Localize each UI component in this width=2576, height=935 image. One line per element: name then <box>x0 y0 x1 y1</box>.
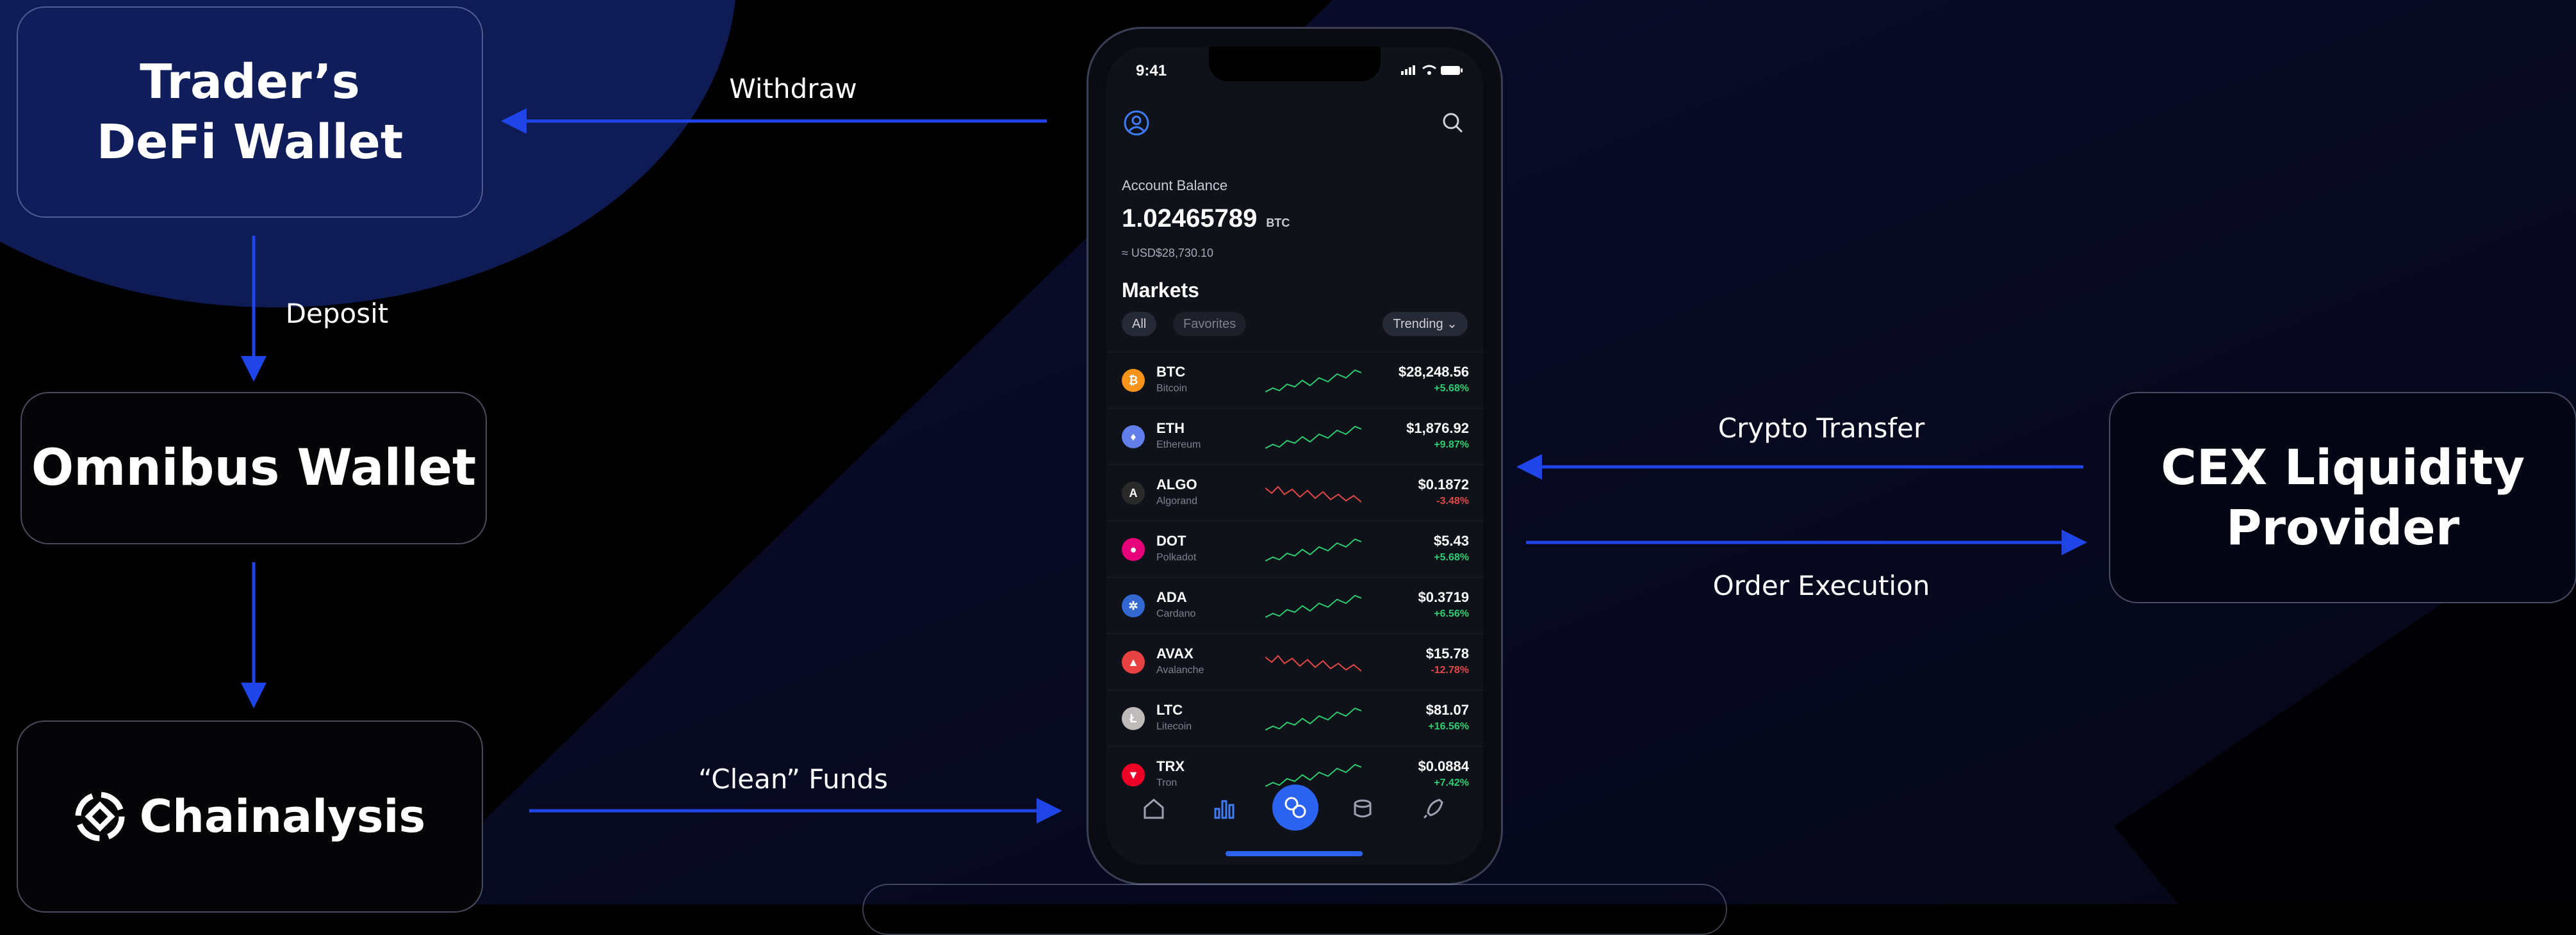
swap-icon[interactable] <box>1272 785 1318 831</box>
coin-price: $81.07 <box>1425 702 1469 718</box>
balance-row: 1.02465789 BTC <box>1122 204 1290 233</box>
status-time: 9:41 <box>1136 62 1167 79</box>
coin-symbol: TRX <box>1156 758 1185 774</box>
chainalysis-wordmark: Chainalysis <box>139 790 426 843</box>
coin-change: +9.87% <box>1434 439 1469 450</box>
eth-coin-icon: ♦ <box>1122 425 1145 448</box>
coin-change: -12.78% <box>1431 665 1469 676</box>
markets-icon[interactable] <box>1206 791 1242 827</box>
avax-coin-icon: ▲ <box>1122 651 1145 674</box>
algo-coin-icon: A <box>1122 482 1145 505</box>
market-filters: All Favorites Trending ⌄ <box>1122 312 1468 339</box>
coin-change: +5.68% <box>1434 383 1469 394</box>
market-row-avax[interactable]: ▲ AVAX Avalanche $15.78 -12.78% <box>1106 633 1483 690</box>
sparkline <box>1265 369 1361 393</box>
trader-defi-wallet-label: Trader’s DeFi Wallet <box>96 54 404 170</box>
coin-name: Avalanche <box>1156 665 1204 676</box>
market-list: ₿ BTC Bitcoin $28,248.56 +5.68% ♦ ETH Ethereum $… <box>1106 352 1483 802</box>
coin-price: $0.3719 <box>1418 589 1469 605</box>
search-icon[interactable] <box>1438 108 1468 138</box>
home-icon[interactable] <box>1136 791 1172 827</box>
coin-price: $5.43 <box>1433 533 1469 549</box>
sparkline <box>1265 654 1361 672</box>
balance-unit: BTC <box>1266 216 1290 229</box>
chainalysis-node: Chainalysis <box>17 720 483 913</box>
sparkline <box>1265 594 1361 618</box>
market-row-algo[interactable]: A ALGO Algorand $0.1872 -3.48% <box>1106 464 1483 521</box>
coin-change: +5.68% <box>1434 552 1469 563</box>
coin-price: $0.1872 <box>1418 476 1469 492</box>
ada-coin-icon: ✲ <box>1122 594 1145 617</box>
coin-symbol: ETH <box>1156 420 1185 436</box>
deposit-label: Deposit <box>285 298 389 329</box>
sparkline <box>1265 425 1361 449</box>
home-indicator <box>1226 851 1363 856</box>
chainalysis-logo: Chainalysis <box>74 790 425 843</box>
signal-wifi-battery-icon <box>1401 65 1463 75</box>
clean-funds-label: “Clean” Funds <box>698 763 888 795</box>
coin-change: -3.48% <box>1436 496 1469 507</box>
rocket-icon[interactable] <box>1415 791 1451 827</box>
market-row-ada[interactable]: ✲ ADA Cardano $0.3719 +6.56% <box>1106 577 1483 633</box>
coin-price: $0.0884 <box>1418 758 1469 774</box>
withdraw-label: Withdraw <box>729 73 857 104</box>
sparkline <box>1265 538 1361 562</box>
status-icons <box>1401 63 1465 80</box>
market-row-eth[interactable]: ♦ ETH Ethereum $1,876.92 +9.87% <box>1106 408 1483 464</box>
balance-value: 1.02465789 <box>1122 204 1258 232</box>
coin-symbol: DOT <box>1156 533 1186 549</box>
coin-name: Cardano <box>1156 608 1196 619</box>
coin-symbol: ALGO <box>1156 476 1197 492</box>
dot-coin-icon: ● <box>1122 538 1145 561</box>
coin-name: Polkadot <box>1156 552 1197 563</box>
coin-price: $15.78 <box>1425 646 1469 662</box>
coin-price: $28,248.56 <box>1398 364 1469 380</box>
sparkline <box>1265 485 1361 503</box>
account-balance-label: Account Balance <box>1122 177 1228 193</box>
coin-symbol: ADA <box>1156 589 1187 605</box>
bottom-nav <box>1106 782 1483 840</box>
omnibus-wallet-label: Omnibus Wallet <box>31 439 477 497</box>
coin-symbol: LTC <box>1156 702 1183 718</box>
market-row-btc[interactable]: ₿ BTC Bitcoin $28,248.56 +5.68% <box>1106 352 1483 408</box>
partial-bottom-node <box>862 884 1727 935</box>
sparkline <box>1265 707 1361 731</box>
cex-liquidity-provider-label: CEX Liquidity Provider <box>2160 439 2525 556</box>
chainalysis-mark-icon <box>75 792 125 842</box>
btc-coin-icon: ₿ <box>1122 369 1145 392</box>
order-execution-label: Order Execution <box>1712 570 1930 601</box>
market-row-ltc[interactable]: Ł LTC Litecoin $81.07 +16.56% <box>1106 690 1483 746</box>
coin-symbol: BTC <box>1156 364 1186 380</box>
coin-change: +6.56% <box>1434 608 1469 619</box>
balance-usd: ≈ USD$28,730.10 <box>1122 247 1213 259</box>
coin-name: Ethereum <box>1156 439 1201 450</box>
cex-liquidity-provider-node: CEX Liquidity Provider <box>2109 392 2576 603</box>
header-row <box>1122 108 1468 140</box>
coin-name: Algorand <box>1156 496 1198 507</box>
coin-change: +16.56% <box>1428 721 1469 732</box>
coin-symbol: AVAX <box>1156 646 1194 662</box>
sort-trending-dropdown[interactable]: Trending ⌄ <box>1382 312 1468 336</box>
profile-icon[interactable] <box>1122 108 1151 138</box>
phone-mockup: 9:41 Account Balance 1.02465789 BTC ≈ US… <box>1087 27 1503 885</box>
phone-notch <box>1209 47 1381 81</box>
coin-price: $1,876.92 <box>1406 420 1469 436</box>
omnibus-wallet-node: Omnibus Wallet <box>21 392 487 544</box>
trader-defi-wallet-node: Trader’s DeFi Wallet <box>17 6 483 218</box>
markets-title: Markets <box>1122 279 1199 302</box>
coin-name: Bitcoin <box>1156 383 1188 394</box>
market-row-dot[interactable]: ● DOT Polkadot $5.43 +5.68% <box>1106 521 1483 577</box>
phone-screen: 9:41 Account Balance 1.02465789 BTC ≈ US… <box>1106 47 1483 865</box>
wallet-icon[interactable] <box>1345 791 1381 827</box>
filter-all-tab[interactable]: All <box>1122 312 1157 336</box>
crypto-transfer-label: Crypto Transfer <box>1718 412 1925 444</box>
filter-favorites-tab[interactable]: Favorites <box>1173 312 1247 336</box>
ltc-coin-icon: Ł <box>1122 707 1145 730</box>
coin-name: Litecoin <box>1156 721 1192 732</box>
